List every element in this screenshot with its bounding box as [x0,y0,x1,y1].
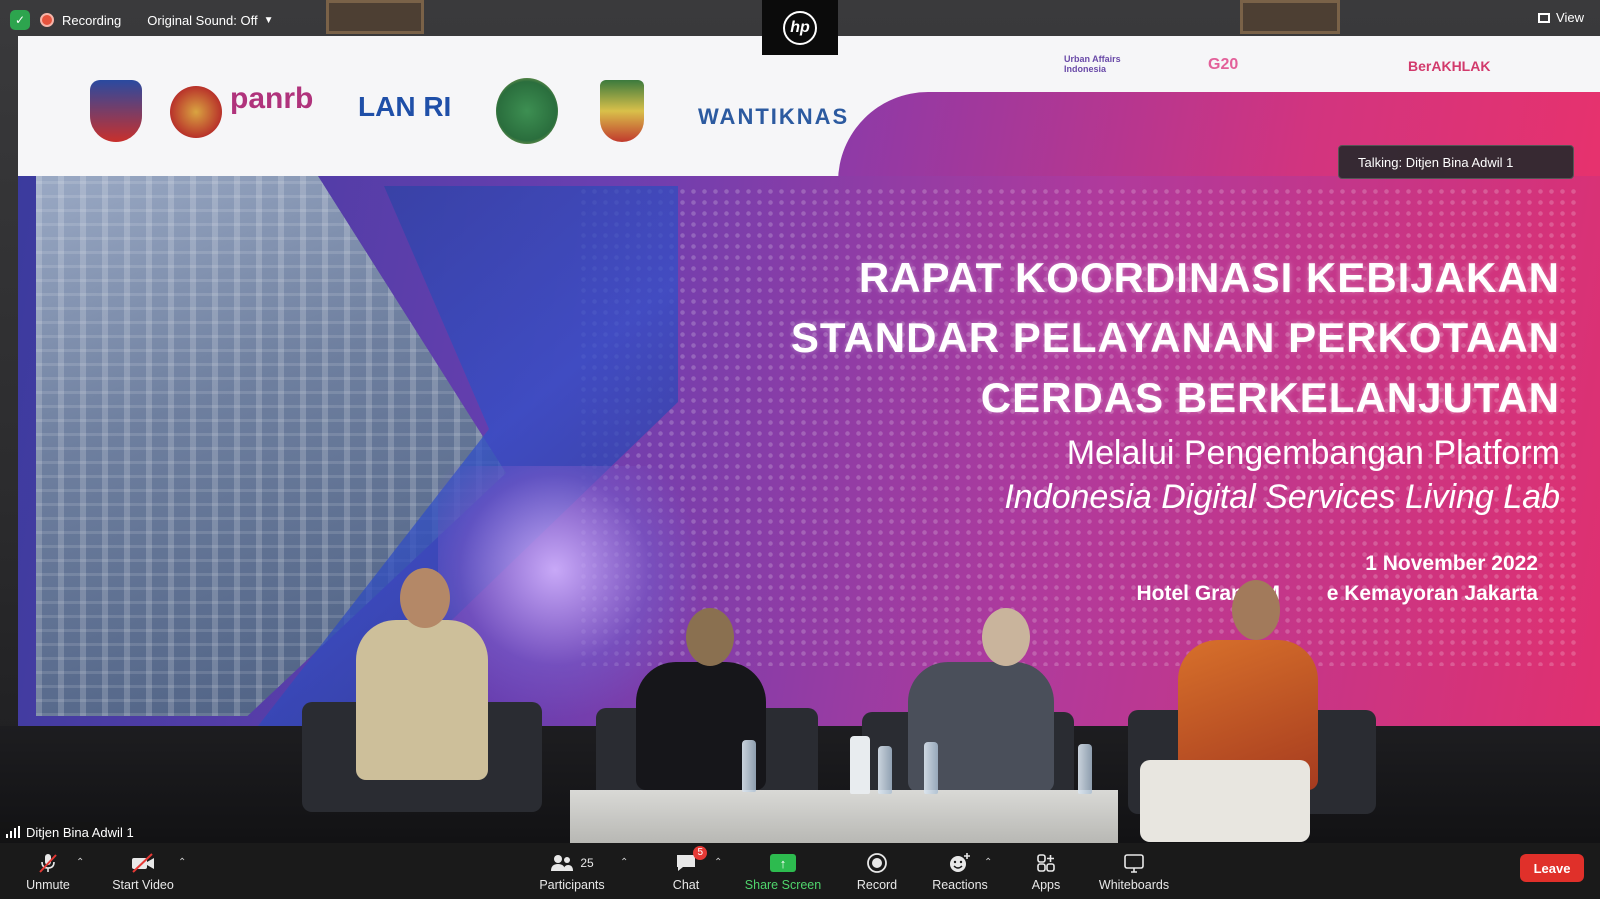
chat-label: Chat [672,878,700,892]
meeting-toolbar: Unmute ⌃ Start Video ⌃ 25 Participants ⌃… [0,843,1600,899]
unmute-button[interactable]: Unmute [18,843,78,899]
participants-icon: 25 [550,850,594,876]
participants-label: Participants [539,878,605,892]
recording-label: Recording [62,12,122,28]
view-button[interactable]: View [1538,10,1584,25]
panelist-head [400,568,450,628]
video-off-icon [130,850,156,876]
unmute-label: Unmute [26,878,70,892]
chevron-down-icon[interactable]: ▼ [264,15,274,26]
apps-button[interactable]: Apps [1026,843,1066,899]
wantiknas-logo: WANTIKNAS [698,104,850,129]
reactions-icon [948,850,972,876]
audio-options-chevron-icon[interactable]: ⌃ [76,857,84,868]
panelist-head [982,608,1030,666]
reactions-label: Reactions [932,878,988,892]
view-label: View [1556,10,1584,25]
chat-chevron-icon[interactable]: ⌃ [714,857,722,868]
talking-indicator: Talking: Ditjen Bina Adwil 1 [1338,145,1574,179]
lan-ri-logo: LAN RI [358,91,452,122]
whiteboards-button[interactable]: Whiteboards [1094,843,1174,899]
share-screen-label: Share Screen [744,878,822,892]
slide-title-line-2: STANDAR PELAYANAN PERKOTAAN [790,314,1560,361]
city-emblem-icon [600,80,644,142]
slide-venue: Hotel Grand M e Kemayoran Jakarta [1136,582,1538,605]
panelist [356,620,488,780]
shared-video-feed: panrb LAN RI WANTIKNAS Urban Affairs Ind… [0,0,1600,843]
share-screen-button[interactable]: ↑ Share Screen [740,843,826,899]
berakhlak-logo: BerAKHLAK [1408,58,1491,74]
participants-chevron-icon[interactable]: ⌃ [620,857,628,868]
kemendagri-emblem-icon [90,80,142,142]
speaker-name-tag: Ditjen Bina Adwil 1 [0,822,140,842]
chat-button[interactable]: 5 Chat [664,843,708,899]
wall-picture-frame [1240,0,1340,34]
reactions-button[interactable]: Reactions [928,843,992,899]
grid-view-icon [1538,12,1551,23]
leave-label: Leave [1533,860,1571,876]
slide-date: 1 November 2022 [1365,552,1538,575]
water-bottle [878,746,892,794]
panelist-head [1232,580,1280,640]
panelist-head [686,608,734,666]
apps-icon [1035,850,1057,876]
slide-subtitle-line-1: Melalui Pengembangan Platform [1066,434,1560,472]
talking-label: Talking: Ditjen Bina Adwil 1 [1358,154,1514,170]
garuda-emblem-icon [170,86,222,138]
share-screen-icon: ↑ [770,850,796,876]
hp-logo: hp [783,10,817,45]
participants-count: 25 [580,856,594,870]
slide-title-line-1: RAPAT KOORDINASI KEBIJAKAN [858,254,1560,301]
signal-strength-icon [6,826,20,838]
apps-label: Apps [1031,878,1061,892]
chat-icon: 5 [675,846,707,876]
reactions-chevron-icon[interactable]: ⌃ [984,857,992,868]
panrb-logo: panrb [230,82,314,115]
wall-picture-frame [326,0,424,34]
record-label: Record [856,878,898,892]
jawa-barat-emblem-icon [496,78,558,144]
whiteboards-label: Whiteboards [1098,878,1170,892]
recording-icon [40,13,54,27]
water-bottle [1078,744,1092,794]
security-shield-icon[interactable]: ✓ [10,10,30,30]
slide-subtitle-line-2: Indonesia Digital Services Living Lab [1004,478,1560,516]
water-bottle [924,742,938,794]
muted-microphone-icon [37,850,59,876]
whiteboard-icon [1122,850,1146,876]
video-options-chevron-icon[interactable]: ⌃ [178,857,186,868]
start-video-button[interactable]: Start Video [108,843,178,899]
original-sound-label: Original Sound: Off [147,12,258,28]
record-button[interactable]: Record [852,843,902,899]
record-icon [866,850,888,876]
participants-button[interactable]: 25 Participants [532,843,612,899]
slide-title-line-3: CERDAS BERKELANJUTAN [980,374,1560,421]
original-sound-toggle[interactable]: Original Sound: Off ▼ [147,13,273,28]
projection-screen: panrb LAN RI WANTIKNAS Urban Affairs Ind… [18,36,1600,726]
chat-unread-badge: 5 [693,846,707,860]
meeting-status-bar: ✓ Recording Original Sound: Off ▼ [0,0,274,40]
urban-affairs-logo: Urban Affairs Indonesia [1064,54,1121,74]
start-video-label: Start Video [112,878,174,892]
coffee-table [570,790,1118,843]
leave-button[interactable]: Leave [1520,854,1584,882]
camera-overlay-logo: hp [762,0,838,55]
g20-logo: G20 [1208,56,1239,73]
water-bottle [742,740,756,792]
sanitizer-bottle [850,736,870,794]
panelist-legs [1140,760,1310,842]
speaker-name: Ditjen Bina Adwil 1 [26,824,134,840]
